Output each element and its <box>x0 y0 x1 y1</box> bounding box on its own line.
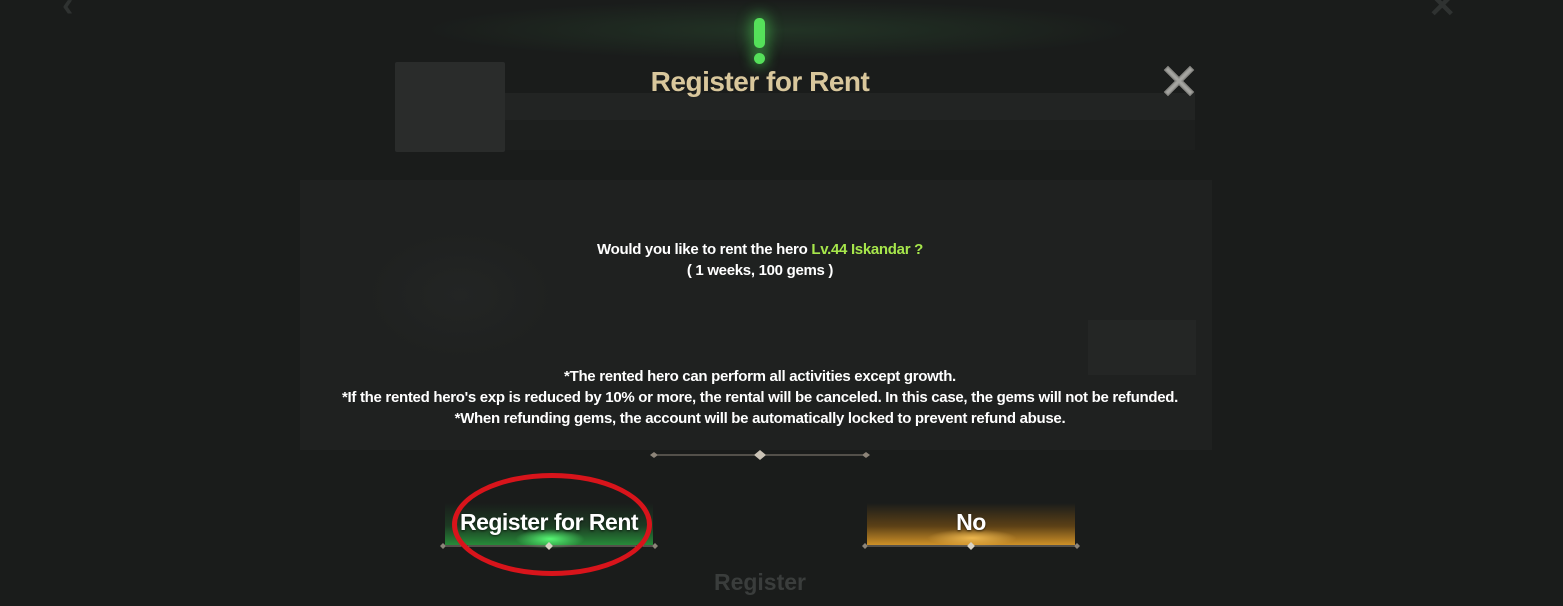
background-quantity-field <box>505 120 1195 150</box>
register-for-rent-label: Register for Rent <box>459 509 639 535</box>
ornamental-divider <box>650 450 870 460</box>
background-close-icon: ✕ <box>1428 0 1457 25</box>
hero-portrait <box>395 62 505 152</box>
no-button[interactable]: No <box>862 503 1080 550</box>
back-arrow-icon: ‹ <box>62 0 74 24</box>
question-prefix: Would you like to rent the hero <box>597 241 812 258</box>
note-line: *When refunding gems, the account will b… <box>454 410 1066 427</box>
no-label: No <box>956 509 986 535</box>
rental-notes: *The rented hero can perform all activit… <box>300 366 1220 429</box>
note-line: *If the rented hero's exp is reduced by … <box>341 389 1178 406</box>
dialog-title: Register for Rent <box>650 66 870 97</box>
rent-question: Would you like to rent the hero Lv.44 Is… <box>400 241 1120 258</box>
rent-terms: ( 1 weeks, 100 gems ) <box>686 262 834 279</box>
exclamation-icon <box>745 14 775 64</box>
note-line: *The rented hero can perform all activit… <box>564 368 956 385</box>
background-glow <box>420 0 1140 60</box>
close-icon[interactable] <box>1160 62 1198 100</box>
hero-name: Lv.44 Iskandar ? <box>811 241 923 258</box>
register-for-rent-button[interactable]: Register for Rent <box>440 503 658 550</box>
background-register-label: Register <box>713 569 807 595</box>
